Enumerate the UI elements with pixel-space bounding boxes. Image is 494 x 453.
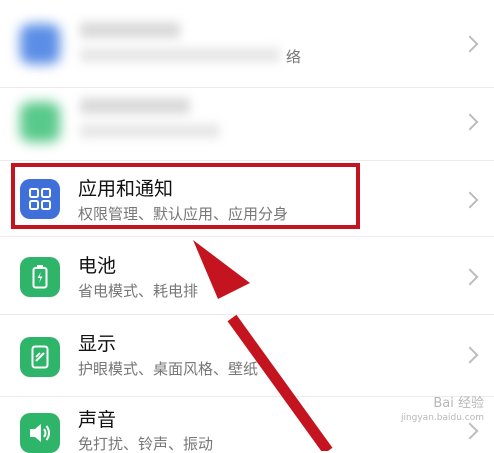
- settings-item-title: 显示: [78, 333, 117, 355]
- chevron-right-icon: [461, 346, 479, 364]
- network-icon: [20, 24, 60, 64]
- settings-item-subtitle: 免打扰、铃声、振动: [78, 435, 214, 453]
- display-icon: [20, 337, 60, 377]
- blurred-subtitle: [80, 124, 220, 138]
- chevron-right-icon: [461, 113, 479, 131]
- settings-item-device-connect[interactable]: [0, 88, 494, 161]
- settings-item-subtitle: 络: [286, 48, 302, 66]
- settings-item-title: 声音: [78, 409, 117, 431]
- watermark: Bai 经验 jingyan.baidu.com: [401, 396, 484, 426]
- watermark-text: Bai 经验: [433, 396, 484, 411]
- battery-glyph: [32, 265, 48, 289]
- speaker-icon: [20, 413, 60, 453]
- blurred-title: [80, 98, 190, 114]
- settings-item-subtitle: 省电模式、耗电排: [78, 282, 199, 300]
- settings-item-network[interactable]: 络: [0, 0, 494, 88]
- chevron-right-icon: [461, 35, 479, 53]
- settings-item-battery[interactable]: 电池 省电模式、耗电排: [0, 237, 494, 315]
- phone-glyph: [31, 345, 49, 369]
- blurred-subtitle: [80, 48, 280, 62]
- settings-item-display[interactable]: 显示 护眼模式、桌面风格、壁纸: [0, 315, 494, 397]
- settings-item-title: 电池: [78, 255, 117, 277]
- battery-icon: [20, 257, 60, 297]
- watermark-sub: jingyan.baidu.com: [400, 413, 484, 423]
- chevron-right-icon: [461, 268, 479, 286]
- settings-item-subtitle: 护眼模式、桌面风格、壁纸: [78, 360, 259, 378]
- blurred-title: [80, 22, 180, 38]
- device-icon: [20, 102, 60, 142]
- speaker-glyph: [30, 424, 50, 442]
- highlight-box: [11, 163, 360, 229]
- chevron-right-icon: [461, 191, 479, 209]
